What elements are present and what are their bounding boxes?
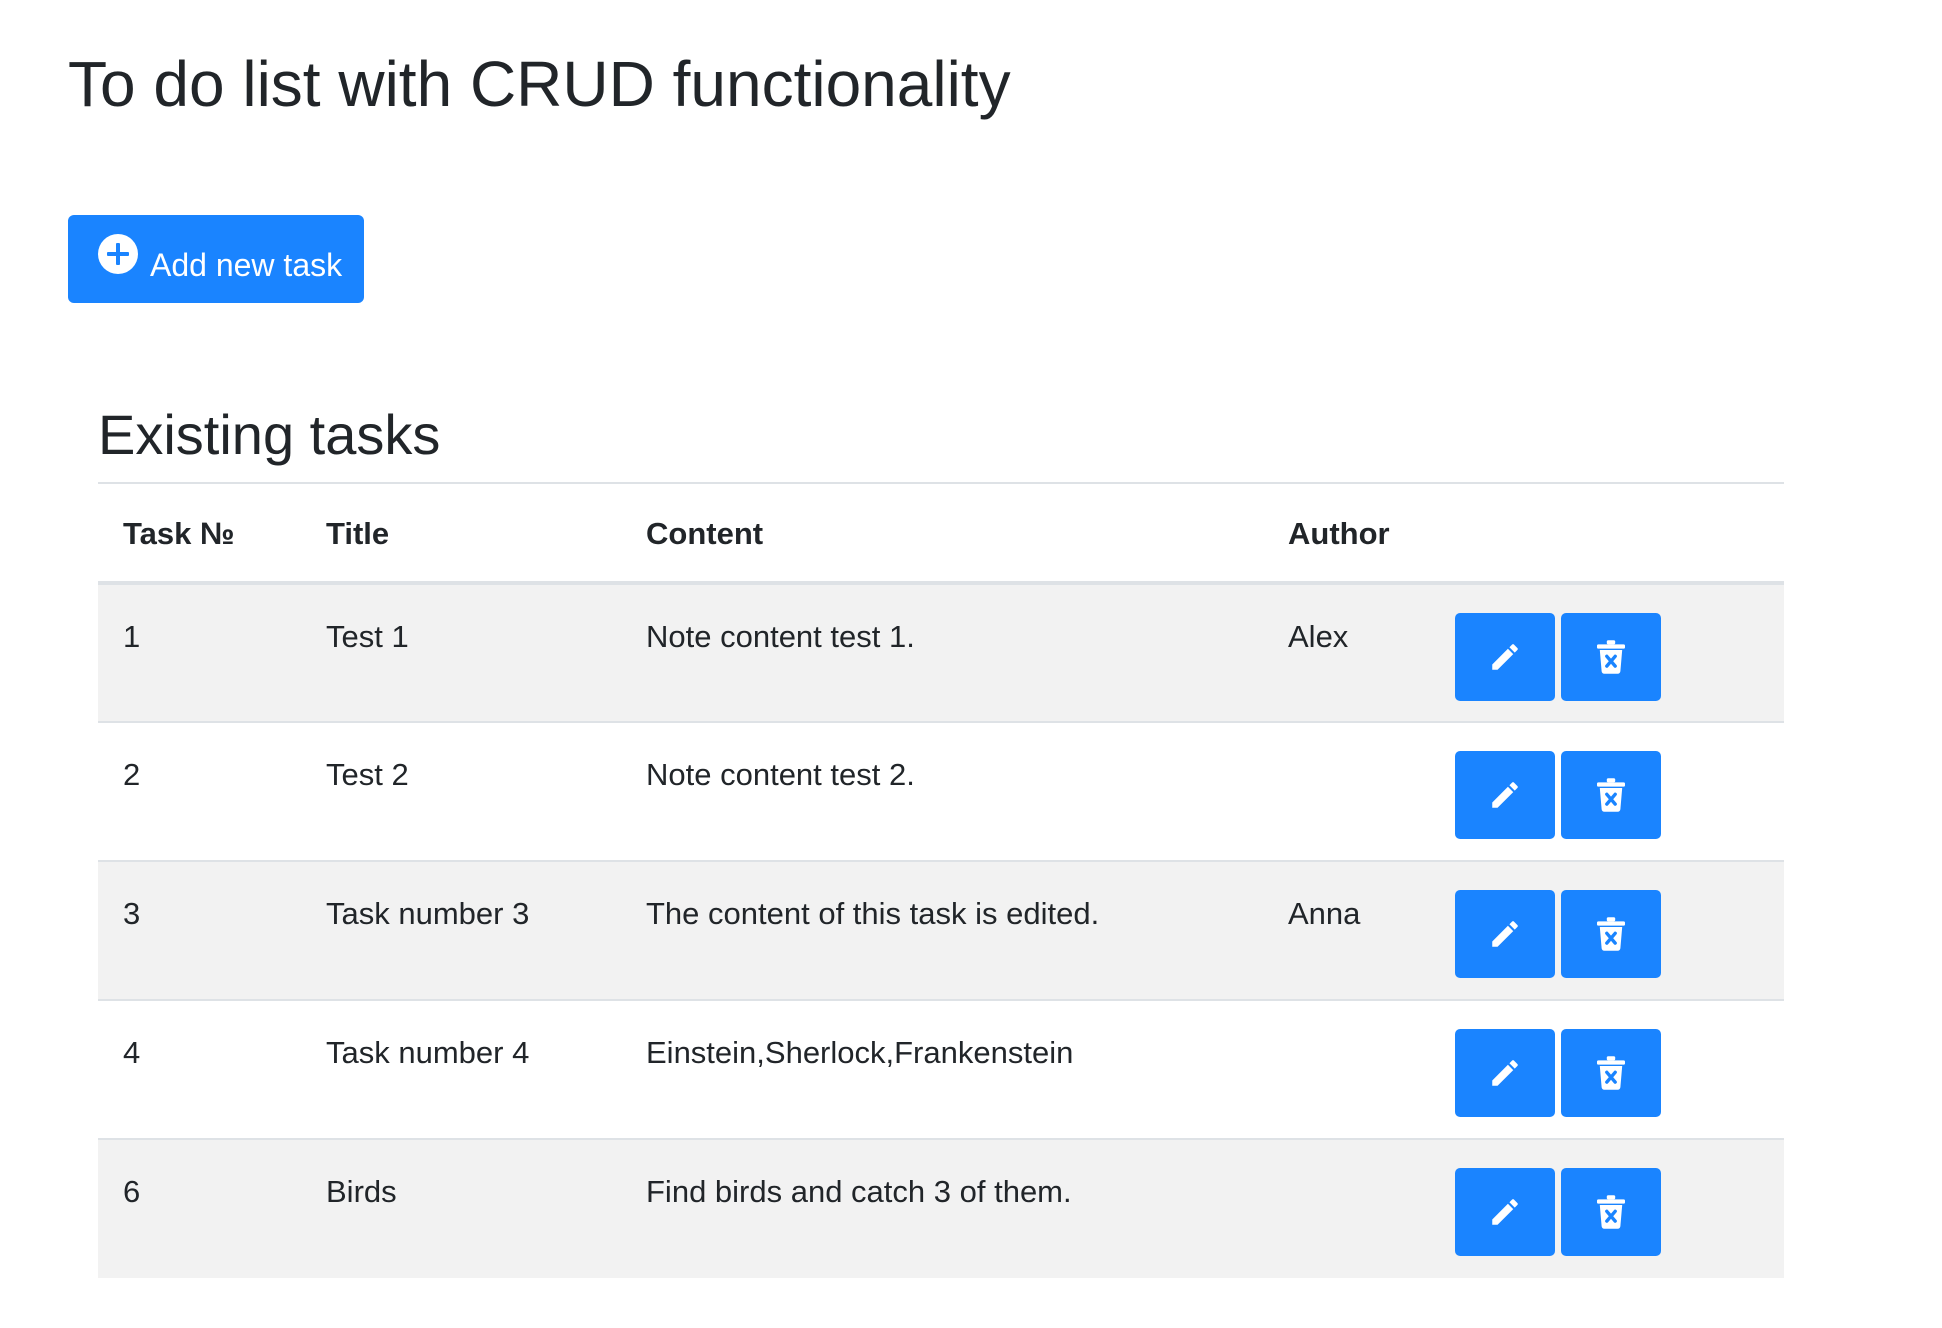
- task-number-cell: 1: [123, 619, 141, 654]
- task-title-cell: Test 1: [326, 619, 409, 654]
- edit-task-button[interactable]: [1455, 613, 1555, 701]
- delete-task-button[interactable]: [1561, 890, 1661, 978]
- header-content: Content: [646, 516, 764, 551]
- task-author-cell: [1263, 1139, 1453, 1278]
- task-content-cell: Einstein,Sherlock,Frankenstein: [646, 1035, 1074, 1070]
- edit-task-button[interactable]: [1455, 1168, 1555, 1256]
- task-number-cell: 3: [123, 896, 141, 931]
- delete-task-button[interactable]: [1561, 1029, 1661, 1117]
- task-author-cell: [1263, 1000, 1453, 1139]
- task-author-cell: [1263, 722, 1453, 861]
- trash-x-icon: [1561, 1168, 1661, 1256]
- page-title: To do list with CRUD functionality: [68, 48, 1011, 120]
- tasks-table-body: 1 Test 1 Note content test 1. Alex 2 Tes…: [98, 583, 1784, 1278]
- task-actions-cell: [1453, 861, 1784, 1000]
- task-actions-cell: [1453, 722, 1784, 861]
- header-task-number: Task №: [123, 516, 235, 551]
- tasks-table: Task № Title Content Author 1 Test 1 Not…: [98, 482, 1784, 1278]
- table-row: 2 Test 2 Note content test 2.: [98, 722, 1784, 861]
- header-actions: [1453, 483, 1784, 583]
- table-row: 1 Test 1 Note content test 1. Alex: [98, 583, 1784, 722]
- task-actions-cell: [1453, 583, 1784, 722]
- task-actions-cell: [1453, 1139, 1784, 1278]
- add-new-task-label: Add new task: [150, 247, 343, 283]
- edit-task-button[interactable]: [1455, 751, 1555, 839]
- header-title: Title: [326, 516, 390, 551]
- table-header-row: Task № Title Content Author: [98, 483, 1784, 583]
- existing-tasks-heading: Existing tasks: [98, 403, 441, 466]
- table-row: 4 Task number 4 Einstein,Sherlock,Franke…: [98, 1000, 1784, 1139]
- task-number-cell: 6: [123, 1174, 141, 1209]
- tasks-table-container: Task № Title Content Author 1 Test 1 Not…: [98, 482, 1784, 1278]
- task-number-cell: 2: [123, 757, 141, 792]
- header-author: Author: [1288, 516, 1390, 551]
- task-content-cell: Find birds and catch 3 of them.: [646, 1174, 1072, 1209]
- trash-x-icon: [1561, 613, 1661, 701]
- delete-task-button[interactable]: [1561, 613, 1661, 701]
- pencil-icon: [1455, 751, 1555, 839]
- pencil-icon: [1455, 890, 1555, 978]
- delete-task-button[interactable]: [1561, 751, 1661, 839]
- edit-task-button[interactable]: [1455, 1029, 1555, 1117]
- task-title-cell: Birds: [326, 1174, 397, 1209]
- plus-circle-icon: [98, 234, 138, 274]
- edit-task-button[interactable]: [1455, 890, 1555, 978]
- add-new-task-button[interactable]: Add new task: [68, 215, 364, 303]
- trash-x-icon: [1561, 890, 1661, 978]
- delete-task-button[interactable]: [1561, 1168, 1661, 1256]
- task-number-cell: 4: [123, 1035, 141, 1070]
- task-content-cell: Note content test 1.: [646, 619, 915, 654]
- task-actions-cell: [1453, 1000, 1784, 1139]
- task-title-cell: Task number 3: [326, 896, 530, 931]
- trash-x-icon: [1561, 751, 1661, 839]
- task-author-cell: Alex: [1288, 619, 1349, 654]
- task-title-cell: Test 2: [326, 757, 409, 792]
- table-row: 6 Birds Find birds and catch 3 of them.: [98, 1139, 1784, 1278]
- pencil-icon: [1455, 1029, 1555, 1117]
- trash-x-icon: [1561, 1029, 1661, 1117]
- pencil-icon: [1455, 1168, 1555, 1256]
- task-content-cell: The content of this task is edited.: [646, 896, 1100, 931]
- pencil-icon: [1455, 613, 1555, 701]
- task-content-cell: Note content test 2.: [646, 757, 915, 792]
- task-author-cell: Anna: [1288, 896, 1361, 931]
- table-row: 3 Task number 3 The content of this task…: [98, 861, 1784, 1000]
- task-title-cell: Task number 4: [326, 1035, 530, 1070]
